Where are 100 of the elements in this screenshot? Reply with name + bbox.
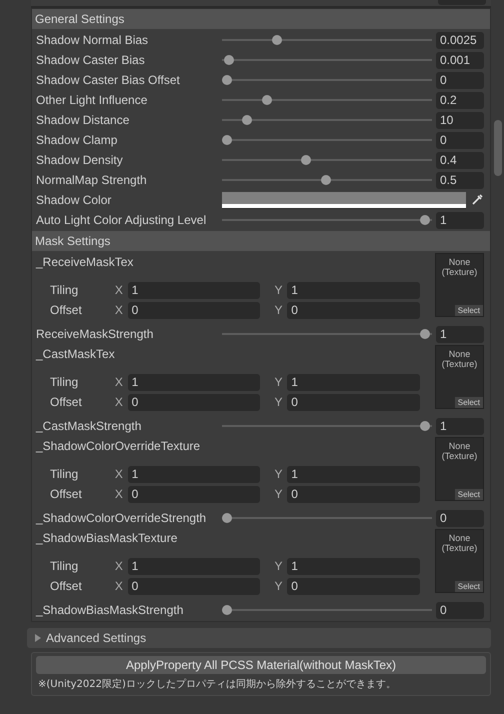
value-field[interactable]: 1 bbox=[287, 374, 420, 390]
texture-placeholder: None (Texture) bbox=[440, 349, 478, 369]
offset-label: Offset bbox=[50, 579, 83, 593]
value-field[interactable]: 1 bbox=[436, 326, 484, 342]
property-label: _ShadowBiasMaskTexture bbox=[36, 530, 178, 547]
slider[interactable] bbox=[222, 53, 432, 67]
select-button[interactable]: Select bbox=[454, 305, 483, 316]
slider-thumb[interactable] bbox=[301, 155, 312, 165]
slider[interactable] bbox=[222, 173, 432, 187]
texture-slot[interactable]: None (Texture) Select bbox=[435, 437, 484, 501]
slider-thumb[interactable] bbox=[222, 75, 232, 85]
value-field[interactable]: 0.001 bbox=[436, 52, 484, 68]
select-button[interactable]: Select bbox=[454, 397, 483, 408]
slider[interactable] bbox=[222, 327, 432, 341]
value-field[interactable]: 0.4 bbox=[436, 152, 484, 168]
slider[interactable] bbox=[222, 603, 432, 617]
value-field[interactable]: 1 bbox=[436, 418, 484, 434]
value-field[interactable]: 0 bbox=[128, 394, 260, 410]
property-label: Shadow Density bbox=[36, 153, 124, 167]
value-field[interactable]: 0 bbox=[436, 132, 484, 148]
slider[interactable] bbox=[222, 33, 432, 47]
axis-label: Y bbox=[274, 303, 284, 317]
property-label: ReceiveMaskStrength bbox=[36, 327, 154, 341]
property-label: _ShadowColorOverrideTexture bbox=[36, 438, 202, 455]
slider-thumb[interactable] bbox=[420, 329, 430, 339]
value-field[interactable]: 0.0025 bbox=[436, 32, 484, 48]
offset-label: Offset bbox=[50, 303, 83, 317]
axis-label: Y bbox=[274, 395, 284, 409]
slider[interactable] bbox=[222, 93, 432, 107]
tiling-label: Tiling bbox=[50, 375, 80, 389]
value-field[interactable]: 1 bbox=[287, 466, 420, 482]
scrollbar-thumb[interactable] bbox=[494, 120, 502, 176]
tiling-label: Tiling bbox=[50, 283, 80, 297]
texture-placeholder: None (Texture) bbox=[440, 441, 478, 461]
color-field[interactable] bbox=[222, 192, 466, 208]
value-field[interactable]: 0.2 bbox=[436, 92, 484, 108]
value-field[interactable]: 0 bbox=[128, 302, 260, 318]
slider-thumb[interactable] bbox=[272, 35, 282, 45]
slider-thumb[interactable] bbox=[224, 55, 234, 65]
texture-placeholder: None (Texture) bbox=[440, 533, 478, 553]
slider-thumb[interactable] bbox=[242, 115, 252, 125]
slider[interactable] bbox=[222, 213, 432, 227]
slider[interactable] bbox=[222, 511, 432, 525]
property-label: _ReceiveMaskTex bbox=[36, 254, 134, 271]
slider-thumb[interactable] bbox=[321, 175, 331, 185]
value-field[interactable]: 0 bbox=[436, 602, 484, 618]
tiling-label: Tiling bbox=[50, 467, 80, 481]
property-label: Shadow Normal Bias bbox=[36, 33, 150, 47]
property-label: Shadow Clamp bbox=[36, 133, 118, 147]
value-field[interactable]: 1 bbox=[128, 466, 260, 482]
axis-label: Y bbox=[274, 559, 284, 573]
section-header: General Settings bbox=[32, 9, 490, 29]
slider-thumb[interactable] bbox=[222, 513, 232, 523]
select-button[interactable]: Select bbox=[454, 581, 483, 592]
value-field[interactable]: 0 bbox=[287, 578, 420, 594]
slider-thumb[interactable] bbox=[420, 421, 430, 431]
slider-thumb[interactable] bbox=[222, 605, 232, 615]
value-field[interactable]: 0 bbox=[436, 510, 484, 526]
axis-label: X bbox=[114, 283, 124, 297]
value-field[interactable]: 0.5 bbox=[436, 172, 484, 188]
property-label: Other Light Influence bbox=[36, 93, 148, 107]
axis-label: Y bbox=[274, 283, 284, 297]
axis-label: X bbox=[114, 375, 124, 389]
note-text: ※(Unity2022限定)ロックしたプロパティは同期から除外することができます。 bbox=[37, 678, 397, 691]
triangle-icon bbox=[34, 634, 42, 642]
axis-label: X bbox=[114, 467, 124, 481]
eyedropper-icon[interactable] bbox=[470, 193, 484, 207]
value-field[interactable]: 1 bbox=[287, 282, 420, 298]
select-button[interactable]: Select bbox=[454, 489, 483, 500]
axis-label: Y bbox=[274, 467, 284, 481]
slider[interactable] bbox=[222, 153, 432, 167]
slider[interactable] bbox=[222, 113, 432, 127]
value-field[interactable]: 10 bbox=[436, 112, 484, 128]
value-field[interactable]: 0 bbox=[287, 486, 420, 502]
slider[interactable] bbox=[222, 419, 432, 433]
value-field[interactable]: 1 bbox=[128, 282, 260, 298]
slider-thumb[interactable] bbox=[420, 215, 430, 225]
slider-thumb[interactable] bbox=[262, 95, 272, 105]
slider[interactable] bbox=[222, 73, 432, 87]
advanced-foldout[interactable]: Advanced Settings bbox=[27, 628, 491, 648]
property-label: NormalMap Strength bbox=[36, 173, 148, 187]
value-field[interactable]: 1 bbox=[128, 374, 260, 390]
value-field[interactable]: 1 bbox=[128, 558, 260, 574]
texture-slot[interactable]: None (Texture) Select bbox=[435, 345, 484, 409]
tiling-label: Tiling bbox=[50, 559, 80, 573]
property-label: Shadow Distance bbox=[36, 113, 130, 127]
texture-slot[interactable]: None (Texture) Select bbox=[435, 529, 484, 593]
axis-label: X bbox=[114, 559, 124, 573]
value-field[interactable]: 0 bbox=[287, 394, 420, 410]
value-field[interactable]: 0 bbox=[128, 578, 260, 594]
slider-thumb[interactable] bbox=[222, 135, 232, 145]
texture-slot[interactable]: None (Texture) Select bbox=[435, 253, 484, 317]
color-swatch[interactable] bbox=[222, 192, 466, 204]
value-field[interactable]: 1 bbox=[436, 212, 484, 228]
value-field[interactable]: 1 bbox=[287, 558, 420, 574]
slider[interactable] bbox=[222, 133, 432, 147]
apply-button[interactable]: ApplyProperty All PCSS Material(without MaskTex) bbox=[36, 656, 486, 674]
value-field[interactable]: 0 bbox=[436, 72, 484, 88]
value-field[interactable]: 0 bbox=[128, 486, 260, 502]
value-field[interactable]: 0 bbox=[287, 302, 420, 318]
